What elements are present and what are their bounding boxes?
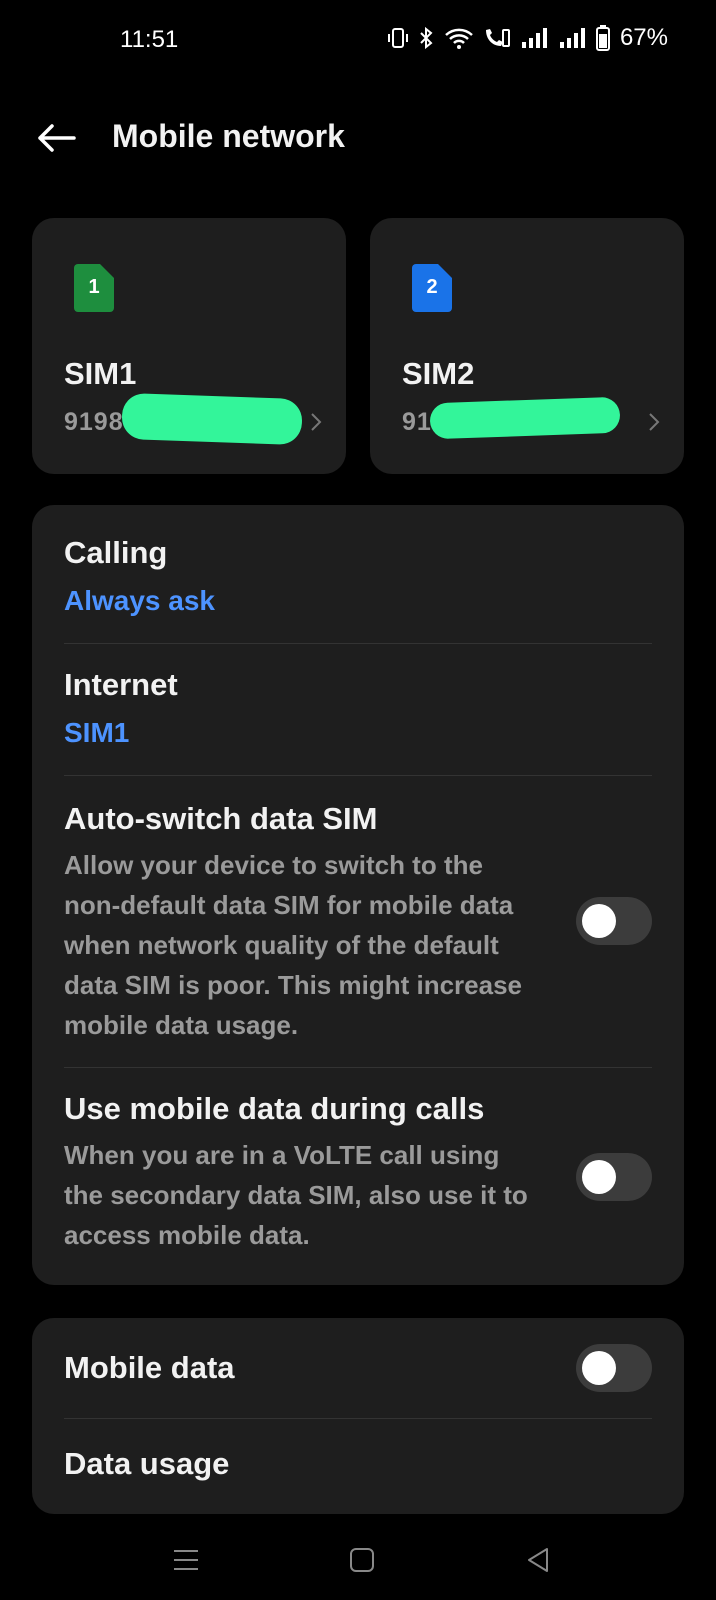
calling-row[interactable]: Calling Always ask <box>64 533 656 621</box>
calling-value: Always ask <box>64 585 215 616</box>
toggle-knob <box>582 1160 616 1194</box>
square-icon <box>349 1547 375 1578</box>
internet-row[interactable]: Internet SIM1 <box>64 665 656 753</box>
divider <box>64 1067 652 1068</box>
volte-call-icon <box>482 26 512 50</box>
sim2-number: 91 <box>402 408 432 436</box>
app-bar: Mobile network <box>0 100 716 180</box>
sim1-number: 9198 <box>64 408 124 436</box>
wifi-icon <box>444 26 474 50</box>
navigation-bar <box>0 1520 716 1600</box>
sim1-name: SIM1 <box>64 356 137 391</box>
sim1-badge-number: 1 <box>88 276 100 298</box>
back-nav-button[interactable] <box>514 1538 562 1586</box>
sim1-badge: 1 <box>74 264 114 312</box>
signal-sim1-icon <box>520 26 550 50</box>
divider <box>64 1418 652 1419</box>
mobile-data-row[interactable]: Mobile data <box>64 1348 656 1388</box>
data-during-calls-description: When you are in a VoLTE call using the s… <box>64 1140 528 1250</box>
auto-switch-description: Allow your device to switch to the non-d… <box>64 850 522 1040</box>
sim2-card[interactable]: 2 SIM2 91 <box>370 218 684 474</box>
sim2-badge-number: 2 <box>426 276 438 298</box>
sim1-card[interactable]: 1 SIM1 9198 <box>32 218 346 474</box>
data-usage-title: Data usage <box>64 1446 230 1481</box>
divider <box>64 775 652 776</box>
sim2-badge: 2 <box>412 264 452 312</box>
auto-switch-toggle[interactable] <box>576 897 652 945</box>
home-button[interactable] <box>338 1538 386 1586</box>
mobile-data-toggle[interactable] <box>576 1344 652 1392</box>
internet-title: Internet <box>64 667 178 702</box>
recents-button[interactable] <box>162 1538 210 1586</box>
sim-preferences-group: Calling Always ask Internet SIM1 Auto-sw… <box>32 505 684 1285</box>
toggle-knob <box>582 1351 616 1385</box>
signal-sim2-icon <box>558 26 588 50</box>
divider <box>64 643 652 644</box>
data-during-calls-title: Use mobile data during calls <box>64 1091 485 1126</box>
status-time: 11:51 <box>120 26 179 53</box>
chevron-right-icon <box>648 412 660 437</box>
toggle-knob <box>582 904 616 938</box>
data-usage-row[interactable]: Data usage <box>64 1444 656 1484</box>
sim2-name: SIM2 <box>402 356 475 391</box>
status-icons: 67% <box>386 24 668 52</box>
redaction-mark <box>121 392 303 446</box>
status-bar: 11:51 67% <box>0 0 716 84</box>
back-arrow-icon <box>36 122 76 159</box>
data-during-calls-toggle[interactable] <box>576 1153 652 1201</box>
battery-percent: 67% <box>619 24 668 51</box>
calling-title: Calling <box>64 535 168 570</box>
battery-icon <box>595 25 610 51</box>
internet-value: SIM1 <box>64 717 130 748</box>
chevron-right-icon <box>310 412 322 437</box>
vibrate-icon <box>386 26 410 50</box>
triangle-back-icon <box>525 1546 551 1579</box>
menu-lines-icon <box>172 1548 200 1577</box>
page-title: Mobile network <box>112 118 345 154</box>
mobile-data-title: Mobile data <box>64 1350 235 1385</box>
redaction-mark <box>429 396 621 440</box>
auto-switch-title: Auto-switch data SIM <box>64 801 378 836</box>
auto-switch-row[interactable]: Auto-switch data SIM Allow your device t… <box>64 799 656 1045</box>
mobile-data-group: Mobile data Data usage <box>32 1318 684 1514</box>
data-during-calls-row[interactable]: Use mobile data during calls When you ar… <box>64 1089 656 1255</box>
back-button[interactable] <box>30 114 82 166</box>
bluetooth-icon <box>418 26 436 50</box>
